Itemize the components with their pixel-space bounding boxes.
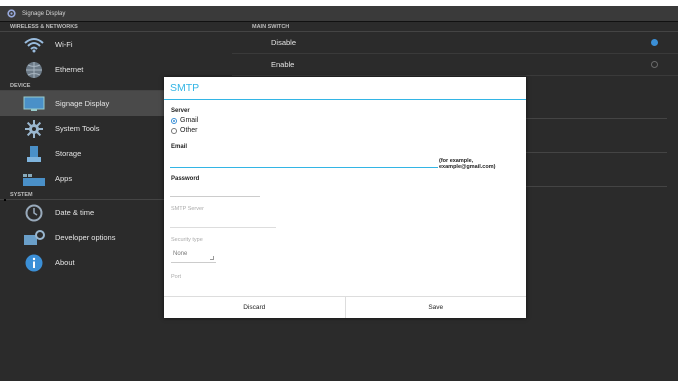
email-underline — [170, 167, 438, 168]
info-icon — [23, 253, 45, 272]
section-header-wireless: WIRELESS & NETWORKS — [0, 23, 232, 32]
email-input[interactable] — [170, 153, 438, 167]
sidebar-item-label: Date & time — [55, 208, 95, 217]
smtp-server-underline — [170, 227, 276, 228]
developer-icon — [23, 228, 45, 247]
smtp-server-label: SMTP Server — [171, 206, 204, 212]
email-label: Email — [171, 144, 188, 150]
section-header-main-switch: MAIN SWITCH — [232, 23, 678, 32]
security-type-label: Security type — [171, 237, 203, 243]
other-radio[interactable] — [171, 127, 177, 134]
dialog-footer: Discard Save — [164, 296, 526, 318]
settings-gear-icon — [7, 9, 16, 18]
other-label: Other — [180, 127, 198, 134]
smtp-dialog: SMTP Server Gmail Other Email (for examp… — [164, 77, 526, 318]
globe-icon — [23, 60, 45, 79]
disable-radio[interactable] — [651, 39, 658, 46]
save-button[interactable]: Save — [344, 297, 527, 318]
security-type-value: None — [173, 251, 188, 257]
sidebar-item-label: About — [55, 258, 75, 267]
server-label: Server — [171, 108, 190, 114]
option-label: Disable — [271, 38, 297, 47]
password-input[interactable] — [170, 184, 260, 196]
display-icon — [23, 94, 45, 113]
sidebar-item-label: Storage — [55, 149, 82, 158]
app-title: Signage Display — [22, 10, 66, 17]
option-enable[interactable]: Enable — [232, 54, 678, 76]
clock-icon — [23, 203, 45, 222]
sidebar-item-label: System Tools — [55, 124, 100, 133]
enable-radio[interactable] — [651, 61, 658, 68]
security-type-select[interactable]: None — [171, 249, 216, 263]
wifi-icon — [23, 35, 45, 54]
gear-icon — [23, 119, 45, 138]
option-disable[interactable]: Disable — [232, 32, 678, 54]
gmail-label: Gmail — [180, 117, 199, 124]
dropdown-caret-icon — [210, 256, 214, 260]
dialog-title: SMTP — [164, 77, 526, 100]
discard-button[interactable]: Discard — [164, 297, 345, 318]
port-label: Port — [171, 274, 182, 280]
server-option-gmail[interactable]: Gmail — [171, 117, 198, 124]
gmail-radio[interactable] — [171, 117, 177, 124]
sidebar-item-label: Developer options — [55, 233, 116, 242]
sidebar-item-label: Wi-Fi — [55, 40, 73, 49]
sidebar-item-label: Signage Display — [55, 99, 110, 108]
option-label: Enable — [271, 60, 295, 69]
stray-pixel — [4, 199, 6, 201]
sidebar-item-label: Apps — [55, 174, 73, 183]
storage-icon — [23, 144, 45, 163]
email-hint: (for example, example@gmail.com) — [439, 158, 496, 170]
dialog-body: Server Gmail Other Email (for example, e… — [164, 100, 526, 296]
password-underline — [170, 196, 260, 197]
title-bar: Signage Display — [0, 6, 678, 22]
sidebar-item-wifi[interactable]: Wi-Fi — [0, 32, 232, 57]
password-label: Password — [171, 176, 200, 182]
server-option-other[interactable]: Other — [171, 127, 198, 134]
apps-icon — [23, 169, 45, 188]
sidebar-item-label: Ethernet — [55, 65, 84, 74]
